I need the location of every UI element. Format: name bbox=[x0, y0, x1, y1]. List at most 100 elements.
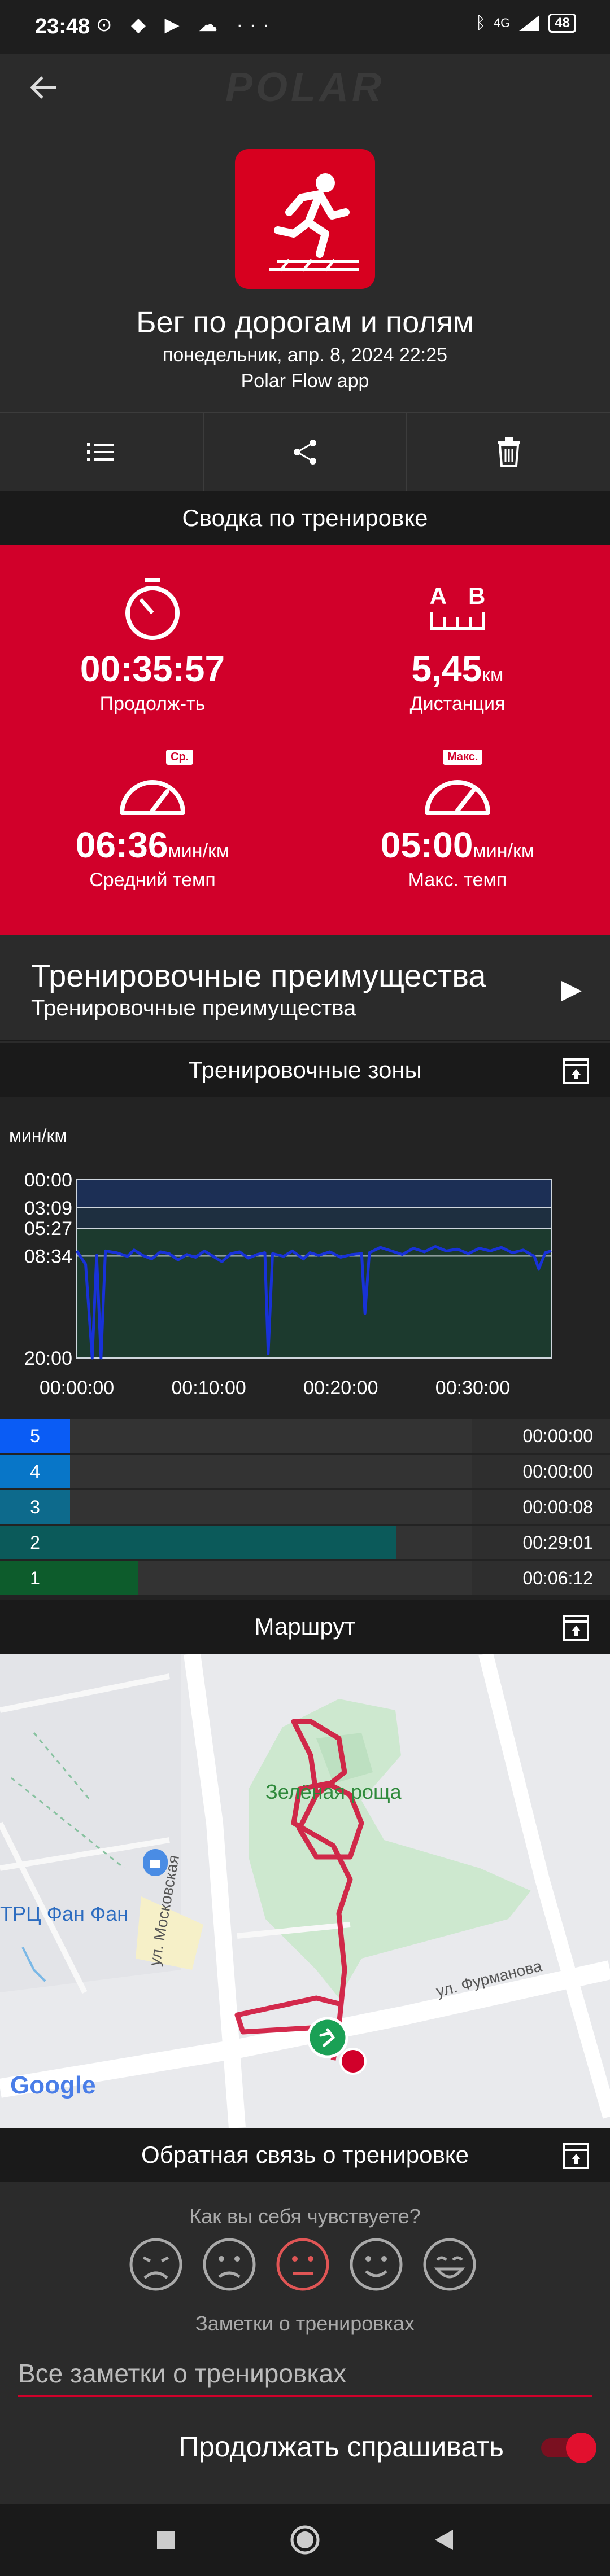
action-bar bbox=[0, 412, 610, 491]
zone-bar-track bbox=[70, 1561, 472, 1595]
pace-zone-band-top bbox=[77, 1180, 551, 1208]
y-tick-label: 03:09 bbox=[24, 1198, 72, 1219]
back-button[interactable] bbox=[24, 68, 63, 107]
avg-pace-value: 06:36 bbox=[75, 825, 168, 865]
y-tick-label: 08:34 bbox=[24, 1246, 72, 1267]
feedback-section-header: Обратная связь о тренировке bbox=[0, 2128, 610, 2182]
distance-value-row: 5,45км bbox=[305, 648, 610, 690]
home-icon[interactable] bbox=[289, 2524, 321, 2556]
y-tick-label: 05:27 bbox=[24, 1218, 72, 1239]
pace-chart-svg: 00:00 03:0905:27 08:34 20:00 00:00:00 00:10:0… bbox=[24, 1169, 552, 1399]
network-label: 4G bbox=[493, 16, 511, 30]
pace-chart: мин/км 00:00 03:09 05:27 08:34 20:00 00:00:00… bbox=[0, 1097, 610, 1419]
duration-label: Продолж-ть bbox=[99, 693, 206, 715]
feeling-faces bbox=[128, 2236, 478, 2293]
speedometer-icon bbox=[425, 780, 490, 815]
avg-badge: Ср. bbox=[166, 750, 194, 765]
signal-icon bbox=[519, 15, 540, 31]
zone-row-3: 3 00:00:08 bbox=[0, 1490, 610, 1524]
duration-stat: 00:35:57 Продолж-ть bbox=[0, 573, 305, 715]
notes-input[interactable] bbox=[18, 2351, 592, 2397]
happy-face-icon[interactable] bbox=[348, 2236, 404, 2293]
route-section-header: Маршрут bbox=[0, 1600, 610, 1654]
notes-label: Заметки о тренировках bbox=[195, 2312, 415, 2335]
x-tick-label: 00:20:00 bbox=[303, 1377, 378, 1399]
zone-row-5: 5 00:00:00 bbox=[0, 1419, 610, 1453]
neutral-face-icon[interactable] bbox=[274, 2236, 331, 2293]
delete-button[interactable] bbox=[407, 413, 610, 491]
share-button[interactable] bbox=[204, 413, 408, 491]
recents-icon[interactable] bbox=[156, 2530, 176, 2550]
training-benefits-row[interactable]: Тренировочные преимущества Тренировочные… bbox=[0, 935, 610, 1041]
benefits-title: Тренировочные преимущества bbox=[31, 958, 486, 993]
avg-pace-row: 06:36мин/км bbox=[0, 824, 305, 866]
zone-time: 00:00:08 bbox=[472, 1490, 610, 1524]
distance-label: Дистанция bbox=[409, 693, 506, 715]
zone-bar-track bbox=[70, 1526, 472, 1559]
route-title: Маршрут bbox=[254, 1613, 356, 1640]
avg-pace-stat: Ср. 06:36мин/км Средний темп bbox=[0, 750, 305, 891]
very-sad-face-icon[interactable] bbox=[128, 2236, 184, 2293]
summary-panel: 00:35:57 Продолж-ть AB 5,45км Дистанция … bbox=[0, 545, 610, 935]
x-tick-label: 00:30:00 bbox=[435, 1377, 510, 1399]
play-icon bbox=[561, 981, 582, 1001]
feedback-panel: Как вы себя чувствуете? Заметки о тренир… bbox=[0, 2182, 610, 2504]
bluetooth-icon: ᛒ bbox=[475, 14, 486, 32]
feeling-question: Как вы себя чувствуете? bbox=[189, 2205, 421, 2228]
zones-section-header: Тренировочные зоны bbox=[0, 1043, 610, 1097]
max-badge: Макс. bbox=[443, 750, 483, 765]
details-list-button[interactable] bbox=[0, 413, 204, 491]
expand-zones-button[interactable] bbox=[563, 1058, 590, 1085]
heart-zones-list: 5 00:00:00 4 00:00:00 3 00:00:08 2 00:29:01 1 00:… bbox=[0, 1419, 610, 1600]
zone-row-1: 1 00:06:12 bbox=[0, 1561, 610, 1595]
zone-bar-fill bbox=[70, 1561, 139, 1595]
max-pace-row: 05:00мин/км bbox=[305, 824, 610, 866]
distance-icon-b: B bbox=[468, 582, 507, 609]
route-map[interactable]: Зелёная роща ТРЦ Фан Фан ул. Московская … bbox=[0, 1654, 610, 2128]
sad-face-icon[interactable] bbox=[201, 2236, 258, 2293]
mall-label: ТРЦ Фан Фан bbox=[0, 1902, 129, 1925]
summary-title: Сводка по тренировке bbox=[182, 505, 428, 531]
expand-feedback-button[interactable] bbox=[563, 2143, 590, 2170]
y-tick-label: 20:00 bbox=[24, 1348, 72, 1369]
x-tick-label: 00:10:00 bbox=[171, 1377, 246, 1399]
back-nav-icon[interactable] bbox=[434, 2529, 454, 2551]
max-pace-value: 05:00 bbox=[380, 825, 473, 865]
keep-asking-toggle[interactable] bbox=[541, 2430, 596, 2464]
park-label: Зелёная роща bbox=[265, 1780, 402, 1803]
zone-number: 3 bbox=[0, 1490, 70, 1524]
speedometer-icon bbox=[120, 780, 185, 815]
distance-stat: AB 5,45км Дистанция bbox=[305, 573, 610, 715]
max-pace-unit: мин/км bbox=[473, 840, 535, 862]
distance-icon-a: A bbox=[429, 582, 468, 609]
zone-row-4: 4 00:00:00 bbox=[0, 1455, 610, 1488]
avg-pace-label: Средний темп bbox=[89, 869, 216, 891]
distance-value: 5,45 bbox=[411, 649, 482, 689]
zone-number: 1 bbox=[0, 1561, 70, 1595]
zone-time: 00:00:00 bbox=[472, 1455, 610, 1488]
notification-icons: ⊙ ◆ ▶ ☁ ··· bbox=[96, 14, 276, 36]
zone-time: 00:06:12 bbox=[472, 1561, 610, 1595]
arrow-left-icon bbox=[30, 76, 56, 99]
duration-value: 00:35:57 bbox=[80, 649, 225, 689]
battery-icon: 48 bbox=[548, 14, 576, 33]
polar-logo: POLAR bbox=[225, 65, 385, 110]
max-pace-stat: Макс. 05:00мин/км Макс. темп bbox=[305, 750, 610, 891]
zone-row-2: 2 00:29:01 bbox=[0, 1526, 610, 1559]
very-happy-face-icon[interactable] bbox=[421, 2236, 478, 2293]
stopwatch-icon bbox=[125, 578, 180, 640]
training-header: POLAR Бег по дорогам и полям понедельник… bbox=[0, 54, 610, 491]
zone-bar-track bbox=[70, 1419, 472, 1453]
running-sport-icon bbox=[235, 149, 375, 289]
distance-unit: км bbox=[482, 664, 504, 686]
training-date: понедельник, апр. 8, 2024 22:25 bbox=[162, 344, 448, 366]
avg-pace-unit: мин/км bbox=[168, 840, 230, 862]
x-tick-label: 00:00:00 bbox=[40, 1377, 114, 1399]
max-pace-label: Макс. темп bbox=[408, 869, 507, 891]
keep-asking-label: Продолжать спрашивать bbox=[178, 2431, 504, 2463]
google-logo: Google bbox=[10, 2071, 96, 2099]
zone-time: 00:29:01 bbox=[472, 1526, 610, 1559]
feedback-title: Обратная связь о тренировке bbox=[141, 2141, 469, 2168]
expand-route-button[interactable] bbox=[563, 1614, 590, 1641]
zone-number: 5 bbox=[0, 1419, 70, 1453]
